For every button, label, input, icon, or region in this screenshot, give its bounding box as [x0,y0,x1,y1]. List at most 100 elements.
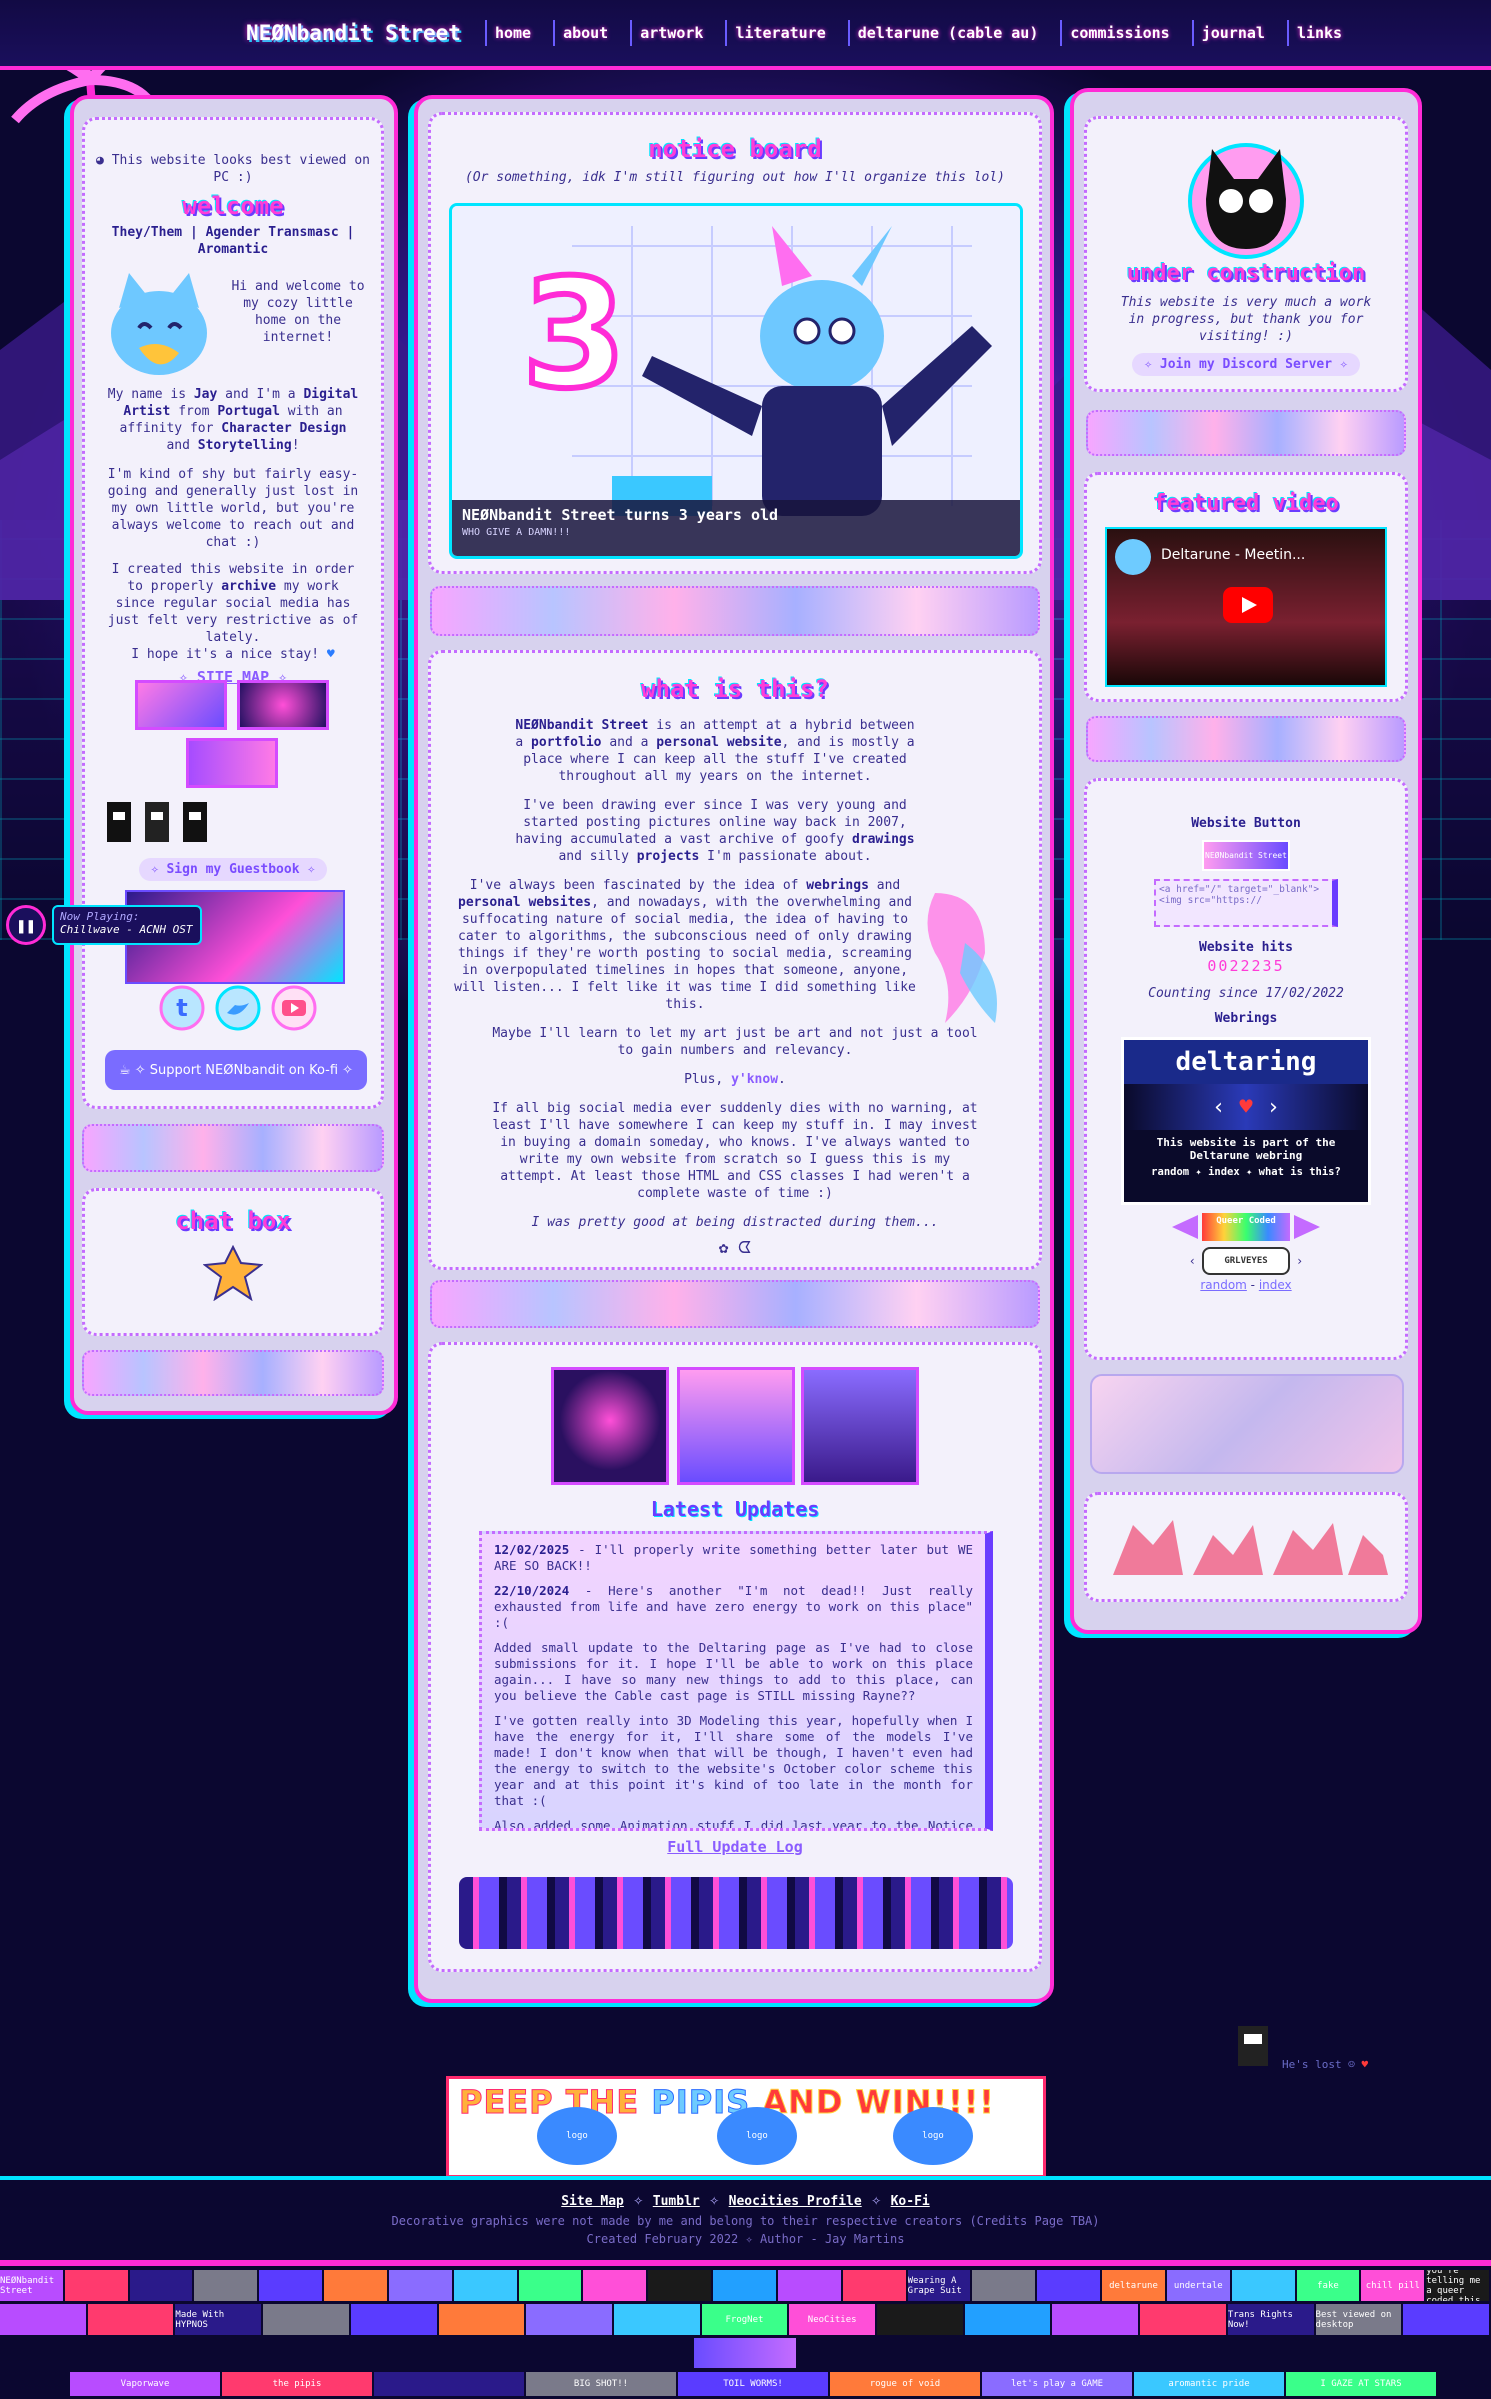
nav-home[interactable]: home [484,20,539,46]
tumblr-icon[interactable]: t [159,985,205,1031]
web-button[interactable] [350,2304,437,2335]
button-code-box[interactable]: <a href="/" target="_blank"><img src="ht… [1154,879,1338,927]
kofi-button[interactable]: ☕ ✧ Support NEØNbandit on Ko-fi ✧ [105,1050,367,1090]
web-button[interactable]: you're telling me a queer coded this [1426,2270,1490,2301]
nav-deltarune[interactable]: deltarune (cable au) [847,20,1047,46]
discord-button[interactable]: ✧ Join my Discord Server ✧ [1132,353,1360,376]
web-button[interactable]: Wearing A Grape Suit [907,2270,971,2301]
web-button[interactable]: NEØNbandit Street [0,2270,63,2301]
web-button[interactable]: FrogNet [701,2304,788,2335]
nav-artwork[interactable]: artwork [630,20,711,46]
web-button[interactable] [1231,2270,1295,2301]
footer-sitemap[interactable]: Site Map [561,2194,624,2209]
next-arrow-icon[interactable]: › [1267,1095,1280,1120]
web-button[interactable]: chill pill [1361,2270,1425,2301]
web-button[interactable] [877,2304,963,2335]
deltaring-links[interactable]: random ✦ index ✦ what is this? [1124,1162,1368,1178]
updates-scroll[interactable]: 12/02/2025 - I'll properly write somethi… [479,1531,993,1831]
intro-text: Hi and welcome to my cozy little home on… [231,279,365,345]
queer-prev-icon[interactable] [1170,1213,1200,1241]
web-button[interactable] [526,2304,612,2335]
website-button-image[interactable]: NEØNbandit Street [1202,840,1290,871]
footer-neocities[interactable]: Neocities Profile [729,2194,862,2209]
web-button[interactable] [1140,2304,1226,2335]
web-button[interactable]: BIG SHOT!! [526,2372,676,2396]
web-button[interactable]: aromantic pride [1134,2372,1284,2396]
web-button[interactable]: NeoCities [789,2304,876,2335]
random-link[interactable]: random [1200,1278,1247,1292]
footer-kofi[interactable]: Ko-Fi [891,2194,930,2209]
stamp-3[interactable] [186,738,278,788]
web-button[interactable]: rogue of void [830,2372,980,2396]
web-button[interactable] [263,2304,349,2335]
web-button[interactable]: let's play a GAME [982,2372,1132,2396]
web-button[interactable] [842,2270,906,2301]
web-button[interactable] [1037,2270,1101,2301]
graveyard-next-icon[interactable]: › [1296,1254,1303,1268]
web-button[interactable] [374,2372,524,2396]
web-button[interactable]: the pipis [222,2372,372,2396]
pause-button[interactable]: ❚❚ [6,905,46,945]
notice-image[interactable]: 3 NEØNbandit Street turns 3 years old WH… [449,203,1023,559]
nav-about[interactable]: about [553,20,616,46]
web-button[interactable] [438,2304,525,2335]
web-button[interactable] [972,2270,1036,2301]
youtube-icon[interactable] [271,985,317,1031]
web-button[interactable] [87,2304,174,2335]
peep-the-pipis-banner[interactable]: PEEP THE PIPIS AND WIN!!!! logo logo log… [446,2076,1046,2178]
web-button[interactable] [64,2270,128,2301]
web-button[interactable] [583,2270,647,2301]
web-button[interactable]: Trans Rights Now! [1227,2304,1314,2335]
nav-links[interactable]: links [1286,20,1350,46]
web-button[interactable]: I GAZE AT STARS [1286,2372,1436,2396]
web-button[interactable] [388,2270,452,2301]
button-wall-center[interactable] [694,2338,796,2368]
updates-title: Latest Updates [650,1497,820,1521]
window-thumb-3[interactable] [801,1367,919,1485]
web-button[interactable] [324,2270,387,2301]
footer-created: Created February 2022 ✧ Author - Jay Mar… [586,2232,905,2246]
web-button[interactable]: fake [1296,2270,1360,2301]
web-button[interactable]: undertale [1166,2270,1230,2301]
site-name[interactable]: NEØNbandit Street [246,21,461,45]
web-button[interactable]: Made With HYPNOS [175,2304,262,2335]
web-button[interactable] [259,2270,323,2301]
nav-journal[interactable]: journal [1191,20,1273,46]
web-button[interactable] [1403,2304,1489,2335]
graveyard-button[interactable]: GRLVEYES [1202,1247,1290,1275]
nav-commissions[interactable]: commissions [1060,20,1177,46]
web-button[interactable] [129,2270,193,2301]
svg-text:t: t [176,994,187,1022]
web-button[interactable] [0,2304,86,2335]
queer-coded-button[interactable]: Queer Coded [1202,1213,1290,1241]
queer-next-icon[interactable] [1292,1213,1322,1241]
web-button[interactable] [964,2304,1051,2335]
full-log-link[interactable]: Full Update Log [667,1838,802,1856]
prev-arrow-icon[interactable]: ‹ [1212,1095,1225,1120]
window-thumb-1[interactable] [551,1367,669,1485]
web-button[interactable]: deltarune [1102,2270,1165,2301]
guestbook-button[interactable]: ✧ Sign my Guestbook ✧ [138,858,328,881]
web-button[interactable] [777,2270,841,2301]
web-button[interactable] [518,2270,582,2301]
web-button[interactable] [648,2270,712,2301]
web-button[interactable]: Vaporwave [70,2372,220,2396]
stamp-1[interactable] [135,680,227,730]
video-embed[interactable]: Deltarune - Meetin... [1105,527,1387,687]
web-button[interactable]: TOIL WORMS! [678,2372,828,2396]
window-thumb-2[interactable] [677,1367,795,1485]
footer-tumblr[interactable]: Tumblr [653,2194,700,2209]
web-button[interactable] [613,2304,700,2335]
index-link[interactable]: index [1259,1278,1292,1292]
web-button[interactable] [194,2270,258,2301]
stamp-2[interactable] [237,680,329,730]
web-button[interactable] [713,2270,776,2301]
nav-literature[interactable]: literature [725,20,833,46]
graveyard-prev-icon[interactable]: ‹ [1189,1254,1196,1268]
play-icon[interactable] [1223,587,1273,623]
web-button[interactable] [453,2270,517,2301]
queer-coded-ring: Queer Coded [1087,1213,1405,1241]
web-button[interactable]: Best viewed on desktop [1315,2304,1402,2335]
web-button[interactable] [1052,2304,1139,2335]
twitter-icon[interactable] [215,985,261,1031]
